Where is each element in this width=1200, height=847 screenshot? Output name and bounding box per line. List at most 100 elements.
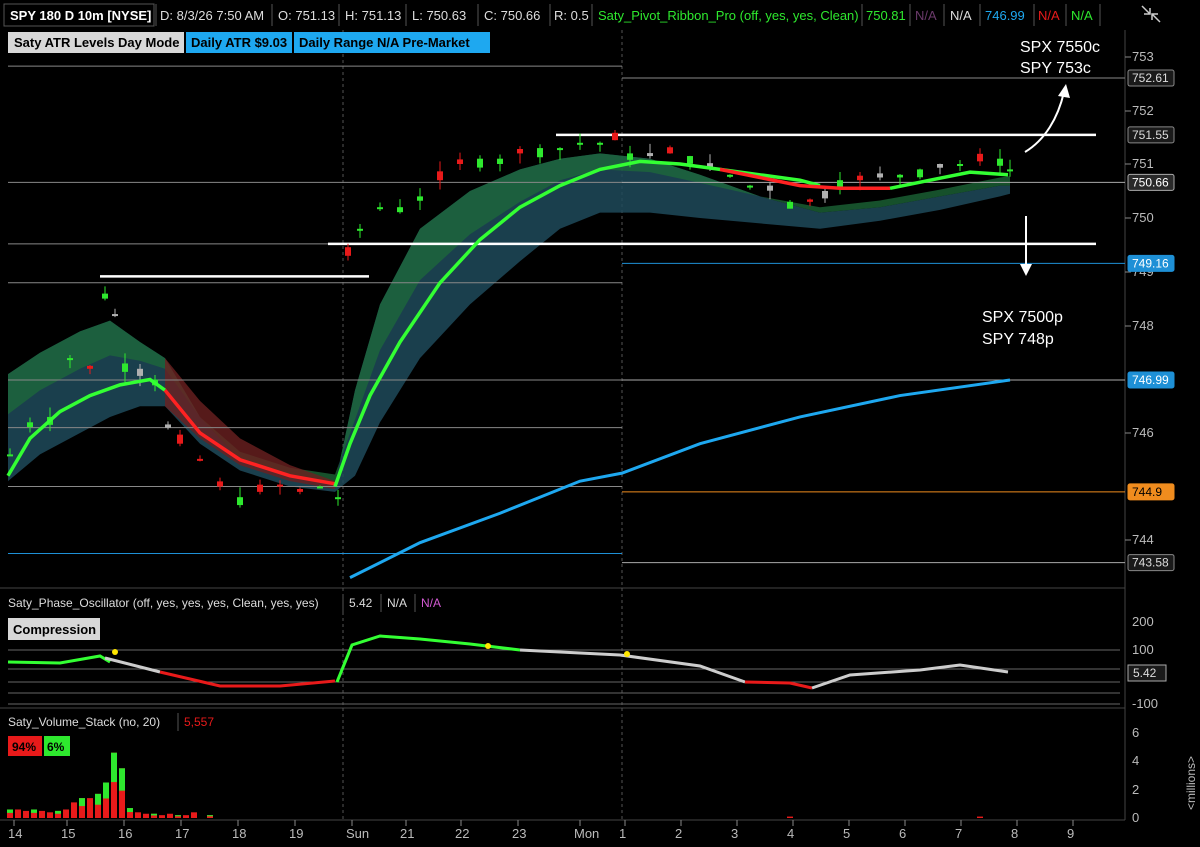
vol-bar-red-26 bbox=[977, 816, 983, 818]
y-tick-label-1: 752 bbox=[1132, 103, 1154, 118]
osc-tick-1: 100 bbox=[1132, 642, 1154, 657]
x-tick-label-9: 23 bbox=[512, 826, 526, 841]
candle-body-34 bbox=[612, 132, 618, 141]
candle-body-31 bbox=[557, 148, 563, 151]
vol-bar-green-3 bbox=[31, 809, 37, 813]
osc-dot-2 bbox=[485, 643, 491, 649]
x-tick-label-3: 17 bbox=[175, 826, 189, 841]
volume-unit: <millions> bbox=[1184, 756, 1198, 810]
candle-body-23 bbox=[397, 207, 403, 213]
vol-bar-red-5 bbox=[47, 812, 53, 818]
vol-bar-red-10 bbox=[87, 798, 93, 818]
candle-body-50 bbox=[917, 169, 923, 178]
candle-body-44 bbox=[807, 199, 813, 202]
x-tick-label-15: 5 bbox=[843, 826, 850, 841]
symbol-label: SPY 180 D 10m [NYSE] bbox=[10, 8, 151, 23]
vol-bar-green-18 bbox=[151, 813, 157, 816]
study-name[interactable]: Saty_Pivot_Ribbon_Pro (off, yes, yes, Cl… bbox=[598, 8, 859, 23]
x-tick-label-2: 16 bbox=[118, 826, 132, 841]
candle-body-48 bbox=[877, 173, 883, 178]
annotation-spx-call: SPX 7550c bbox=[1020, 39, 1100, 56]
header-bar: SPY 180 D 10m [NYSE] D: 8/3/26 7:50 AM O… bbox=[0, 2, 1161, 27]
y-tick-label-6: 746 bbox=[1132, 425, 1154, 440]
bar-range: R: 0.5 bbox=[554, 8, 589, 23]
price-tag-label-5: 744.9 bbox=[1132, 485, 1162, 499]
price-tag-label-1: 751.55 bbox=[1132, 128, 1169, 142]
candle-body-38 bbox=[687, 156, 693, 164]
y-tick-label-2: 751 bbox=[1132, 156, 1154, 171]
candle-body-36 bbox=[647, 153, 653, 157]
compression-badge-label: Compression bbox=[13, 622, 96, 637]
candle-body-41 bbox=[747, 185, 753, 188]
x-tick-label-6: Sun bbox=[346, 826, 369, 841]
price-tag-label-4: 746.99 bbox=[1132, 373, 1169, 387]
oscillator-value: 5.42 bbox=[349, 596, 373, 610]
vol-tick-1: 4 bbox=[1132, 753, 1139, 768]
candle-body-1 bbox=[27, 422, 33, 428]
red-pct-label: 94% bbox=[12, 740, 36, 754]
vol-bar-green-0 bbox=[7, 809, 13, 813]
x-tick-label-0: 14 bbox=[8, 826, 22, 841]
osc-tick-2: -100 bbox=[1132, 696, 1158, 711]
atr-badge-label: Daily ATR $9.03 bbox=[191, 35, 287, 50]
vol-bar-green-9 bbox=[79, 798, 85, 807]
candle-body-14 bbox=[237, 497, 243, 506]
y-tick-label-0: 753 bbox=[1132, 49, 1154, 64]
x-tick-label-5: 19 bbox=[289, 826, 303, 841]
candle-body-32 bbox=[577, 142, 583, 145]
candle-body-29 bbox=[517, 148, 523, 154]
candle-body-35 bbox=[627, 153, 633, 160]
vol-bar-green-13 bbox=[111, 752, 117, 783]
vol-tick-2: 2 bbox=[1132, 782, 1139, 797]
vol-bar-green-11 bbox=[95, 793, 101, 805]
study-value-6: N/A bbox=[1071, 8, 1093, 23]
x-tick-label-17: 7 bbox=[955, 826, 962, 841]
price-tag-label-2: 750.66 bbox=[1132, 175, 1169, 189]
candle-body-40 bbox=[727, 174, 733, 177]
vol-bar-green-12 bbox=[103, 782, 109, 799]
price-tag-label-3: 749.16 bbox=[1132, 256, 1169, 270]
osc-current-label: 5.42 bbox=[1133, 666, 1157, 680]
candle-body-19 bbox=[335, 497, 341, 500]
x-tick-label-4: 18 bbox=[232, 826, 246, 841]
candle-body-51 bbox=[937, 164, 943, 168]
study-value-1: 750.81 bbox=[866, 8, 906, 23]
annotation-spy-put: SPY 748p bbox=[982, 331, 1054, 348]
candle-body-13 bbox=[217, 481, 223, 487]
x-tick-label-11: 1 bbox=[619, 826, 626, 841]
vol-bar-red-20 bbox=[167, 813, 173, 818]
x-tick-label-1: 15 bbox=[61, 826, 75, 841]
range-badge-label: Daily Range N/A Pre-Market bbox=[299, 35, 470, 50]
candle-body-30 bbox=[537, 148, 543, 158]
candle-body-18 bbox=[317, 486, 323, 489]
vol-bar-red-19 bbox=[159, 815, 165, 818]
vol-bar-green-6 bbox=[55, 810, 61, 814]
mode-badge-label: Saty ATR Levels Day Mode bbox=[14, 35, 179, 50]
green-pct-label: 6% bbox=[47, 740, 65, 754]
candle-body-33 bbox=[597, 142, 603, 145]
vol-bar-green-15 bbox=[127, 808, 133, 813]
oscillator-title[interactable]: Saty_Phase_Oscillator (off, yes, yes, ye… bbox=[8, 596, 319, 610]
x-tick-label-13: 3 bbox=[731, 826, 738, 841]
candle-body-15 bbox=[257, 484, 263, 492]
y-tick-label-7: 744 bbox=[1132, 532, 1154, 547]
study-value-2: N/A bbox=[915, 8, 937, 23]
osc-dot-3 bbox=[624, 651, 630, 657]
volume-title[interactable]: Saty_Volume_Stack (no, 20) bbox=[8, 715, 160, 729]
vol-bar-red-1 bbox=[15, 809, 21, 818]
vol-bar-green-21 bbox=[175, 815, 181, 817]
candle-body-11 bbox=[177, 434, 183, 444]
candle-body-20 bbox=[345, 247, 351, 256]
candle-body-37 bbox=[667, 147, 673, 154]
candle-body-55 bbox=[1007, 169, 1013, 172]
study-value-4: 746.99 bbox=[985, 8, 1025, 23]
x-tick-label-16: 6 bbox=[899, 826, 906, 841]
vol-bar-red-16 bbox=[135, 812, 141, 818]
bar-high: H: 751.13 bbox=[345, 8, 401, 23]
vol-bar-green-24 bbox=[207, 815, 213, 817]
y-tick-label-3: 750 bbox=[1132, 210, 1154, 225]
x-tick-label-8: 22 bbox=[455, 826, 469, 841]
candle-body-5 bbox=[102, 293, 108, 299]
vol-bar-red-2 bbox=[23, 810, 29, 818]
chart-canvas[interactable]: 753 752 751 750 7 4 9 748 746 744 752.61 751.55 750… bbox=[0, 0, 1200, 847]
